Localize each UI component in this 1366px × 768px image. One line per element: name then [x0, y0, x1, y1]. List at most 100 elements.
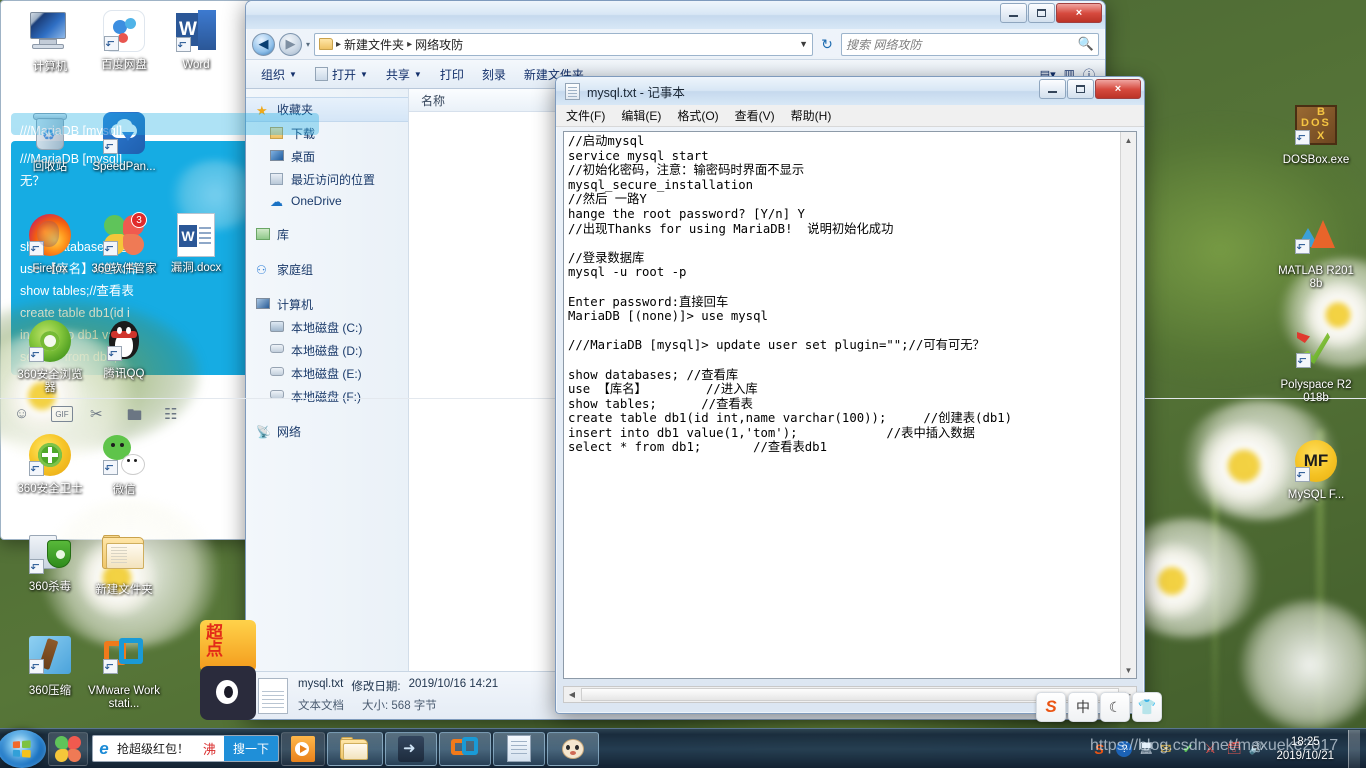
sogou-tray-icon[interactable]: S: [1094, 741, 1110, 757]
close-button[interactable]: ×: [1095, 79, 1141, 99]
gif-icon[interactable]: GIF: [51, 405, 73, 422]
sidebar-item-onedrive[interactable]: ☁ OneDrive: [246, 191, 408, 211]
desktop-icon-dosbox[interactable]: B DOS X DOSBox.exe: [1278, 102, 1354, 167]
folder-icon[interactable]: 🖿: [127, 405, 147, 424]
moon-mode-icon[interactable]: ☾: [1100, 692, 1130, 722]
sidebar-item-drive-e[interactable]: 本地磁盘 (E:): [246, 362, 408, 385]
desktop-icon-matlab[interactable]: MATLAB R2018b: [1278, 212, 1354, 291]
desktop-icon-360-safe-guard[interactable]: 360安全卫士: [12, 432, 88, 496]
scroll-up-icon[interactable]: ▲: [1121, 132, 1136, 148]
taskbar-360-software-manager[interactable]: [48, 731, 88, 766]
maximize-button[interactable]: [1067, 79, 1094, 99]
desktop-icon-wechat[interactable]: 微信: [86, 432, 162, 497]
desktop-icon-360-zip[interactable]: 360压缩: [12, 632, 88, 698]
ime-floating-bar[interactable]: S 中 ☾ 👕: [1036, 692, 1162, 722]
sogou-logo-icon[interactable]: S: [1036, 692, 1066, 722]
desktop-icon-360-antivirus[interactable]: 360杀毒: [12, 530, 88, 594]
minimize-button[interactable]: [1000, 3, 1027, 23]
desktop-icon-vmware-workstation[interactable]: VMware Workstati...: [86, 632, 162, 711]
desktop-icon-360-browser[interactable]: 360安全浏览器: [12, 318, 88, 395]
navigation-pane[interactable]: ★ 收藏夹 下载 桌面 最近访问的位置 ☁ OneDrive 库 ⚇ 家庭组 计…: [246, 89, 409, 671]
network-tray-icon[interactable]: 🖥: [1138, 741, 1154, 757]
clock[interactable]: 18:25 2019/10/21: [1270, 735, 1340, 763]
menu-format[interactable]: 格式(O): [669, 105, 726, 126]
sidebar-item-homegroup[interactable]: ⚇ 家庭组: [246, 258, 408, 281]
emoji-icon[interactable]: ☺: [14, 405, 34, 423]
start-orb-icon[interactable]: [0, 729, 46, 768]
taskbar-snipaste[interactable]: ➜: [385, 731, 438, 766]
desktop-icon-tencent-qq[interactable]: 腾讯QQ: [86, 318, 162, 381]
desktop-icon-baidu-netdisk[interactable]: 百度网盘: [86, 8, 162, 72]
volume-tray-icon[interactable]: 🔊: [1248, 741, 1264, 757]
360-guard-tray-icon[interactable]: ✔: [1182, 741, 1198, 757]
menu-edit[interactable]: 编辑(E): [613, 105, 669, 126]
desktop-icon-new-folder[interactable]: 新建文件夹: [86, 530, 162, 597]
desktop-icon-firefox[interactable]: Firefox: [12, 212, 88, 276]
ie-search-text[interactable]: 抢超级红包！: [115, 740, 195, 757]
taskbar-media-player[interactable]: [281, 731, 326, 766]
sidebar-item-recent-places[interactable]: 最近访问的位置: [246, 168, 408, 191]
shake-window-icon[interactable]: ☷: [164, 405, 184, 423]
share-button[interactable]: 共享 ▼: [377, 63, 431, 86]
minimize-button[interactable]: [1039, 79, 1066, 99]
word-icon: W: [173, 10, 219, 56]
search-go-button[interactable]: 搜一下: [224, 736, 279, 761]
desktop-icon-polyspace[interactable]: Polyspace R2018b: [1278, 326, 1354, 405]
taskbar-explorer[interactable]: [327, 731, 384, 766]
sidebar-item-desktop[interactable]: 桌面: [246, 145, 408, 168]
chevron-down-icon[interactable]: ▼: [799, 39, 808, 49]
organize-button[interactable]: 组织 ▼: [252, 63, 306, 86]
taskbar-qq-pet[interactable]: [547, 731, 600, 766]
desktop-promo-sticker[interactable]: 超点: [200, 620, 256, 720]
drive-icon: [270, 366, 285, 381]
menu-view[interactable]: 查看(V): [727, 105, 783, 126]
notepad-window[interactable]: mysql.txt - 记事本 × 文件(F) 编辑(E) 格式(O) 查看(V…: [555, 76, 1145, 714]
show-desktop-button[interactable]: [1348, 729, 1360, 768]
menu-file[interactable]: 文件(F): [558, 105, 613, 126]
desktop-icon-loudong-docx[interactable]: W 漏洞.docx: [158, 212, 234, 275]
refresh-button[interactable]: ↻: [817, 33, 837, 56]
taskbar[interactable]: e 抢超级红包！ 沸 搜一下 ➜ S ? 🖥 ✉ ✔ ⚔ 🗃 🔊 18:25 2…: [0, 728, 1366, 768]
close-button[interactable]: ×: [1056, 3, 1102, 23]
taskbar-notepad[interactable]: [493, 731, 546, 766]
search-input[interactable]: 搜索 网络攻防 🔍: [841, 32, 1099, 56]
ie-search-widget[interactable]: e 抢超级红包！ 沸 搜一下: [92, 735, 280, 762]
notepad-titlebar[interactable]: mysql.txt - 记事本 ×: [556, 77, 1144, 105]
screenshot-scissors-icon[interactable]: ✂: [90, 405, 110, 423]
qq-tray-icon[interactable]: ✉: [1160, 741, 1176, 757]
sidebar-item-drive-d[interactable]: 本地磁盘 (D:): [246, 339, 408, 362]
help-tray-icon[interactable]: ?: [1116, 740, 1133, 757]
chat-bubble-partial[interactable]: ///MariaDB [mysql]: [11, 113, 319, 135]
notepad-text-content[interactable]: //启动mysql service mysql start //初始化密码，注意…: [564, 132, 1120, 678]
desktop-icon-computer[interactable]: 计算机: [12, 8, 88, 74]
notepad-text-area-frame[interactable]: //启动mysql service mysql start //初始化密码，注意…: [563, 131, 1137, 679]
scroll-left-icon[interactable]: ◀: [564, 690, 580, 699]
print-button[interactable]: 打印: [431, 63, 473, 86]
chinese-mode-icon[interactable]: 中: [1068, 692, 1098, 722]
explorer-titlebar[interactable]: ×: [246, 1, 1105, 29]
maximize-button[interactable]: [1028, 3, 1055, 23]
skin-icon[interactable]: 👕: [1132, 692, 1162, 722]
sidebar-item-computer[interactable]: 计算机: [246, 293, 408, 316]
360-antivirus-tray-icon[interactable]: ⚔: [1204, 741, 1220, 757]
menu-help[interactable]: 帮助(H): [783, 105, 840, 126]
burn-button[interactable]: 刻录: [473, 63, 515, 86]
forward-button[interactable]: ▶: [279, 32, 302, 56]
vertical-scrollbar[interactable]: ▲ ▼: [1120, 132, 1136, 678]
sidebar-item-libraries[interactable]: 库: [246, 223, 408, 246]
back-button[interactable]: ◀: [252, 32, 275, 56]
desktop-icon-word[interactable]: W Word: [158, 8, 234, 72]
360-zip-tray-icon[interactable]: 🗃: [1226, 741, 1242, 757]
desktop-icon-360-software-manager[interactable]: 3 360软件管家: [86, 212, 162, 276]
column-header-name[interactable]: 名称: [421, 92, 445, 109]
sidebar-item-drive-c[interactable]: 本地磁盘 (C:): [246, 316, 408, 339]
breadcrumb[interactable]: ▸ 新建文件夹 ▸ 网络攻防 ▼: [314, 32, 813, 56]
hot-badge: 沸: [203, 742, 217, 757]
open-button[interactable]: 打开 ▼: [306, 63, 377, 86]
breadcrumb-segment-2[interactable]: 网络攻防: [415, 36, 463, 53]
taskbar-vmware[interactable]: [439, 731, 492, 766]
recent-pages-chevron-icon[interactable]: ▾: [306, 40, 310, 49]
breadcrumb-segment-1[interactable]: 新建文件夹: [344, 36, 404, 53]
scroll-down-icon[interactable]: ▼: [1121, 662, 1136, 678]
desktop-icon-mysql-front[interactable]: MF MySQL F...: [1278, 438, 1354, 502]
